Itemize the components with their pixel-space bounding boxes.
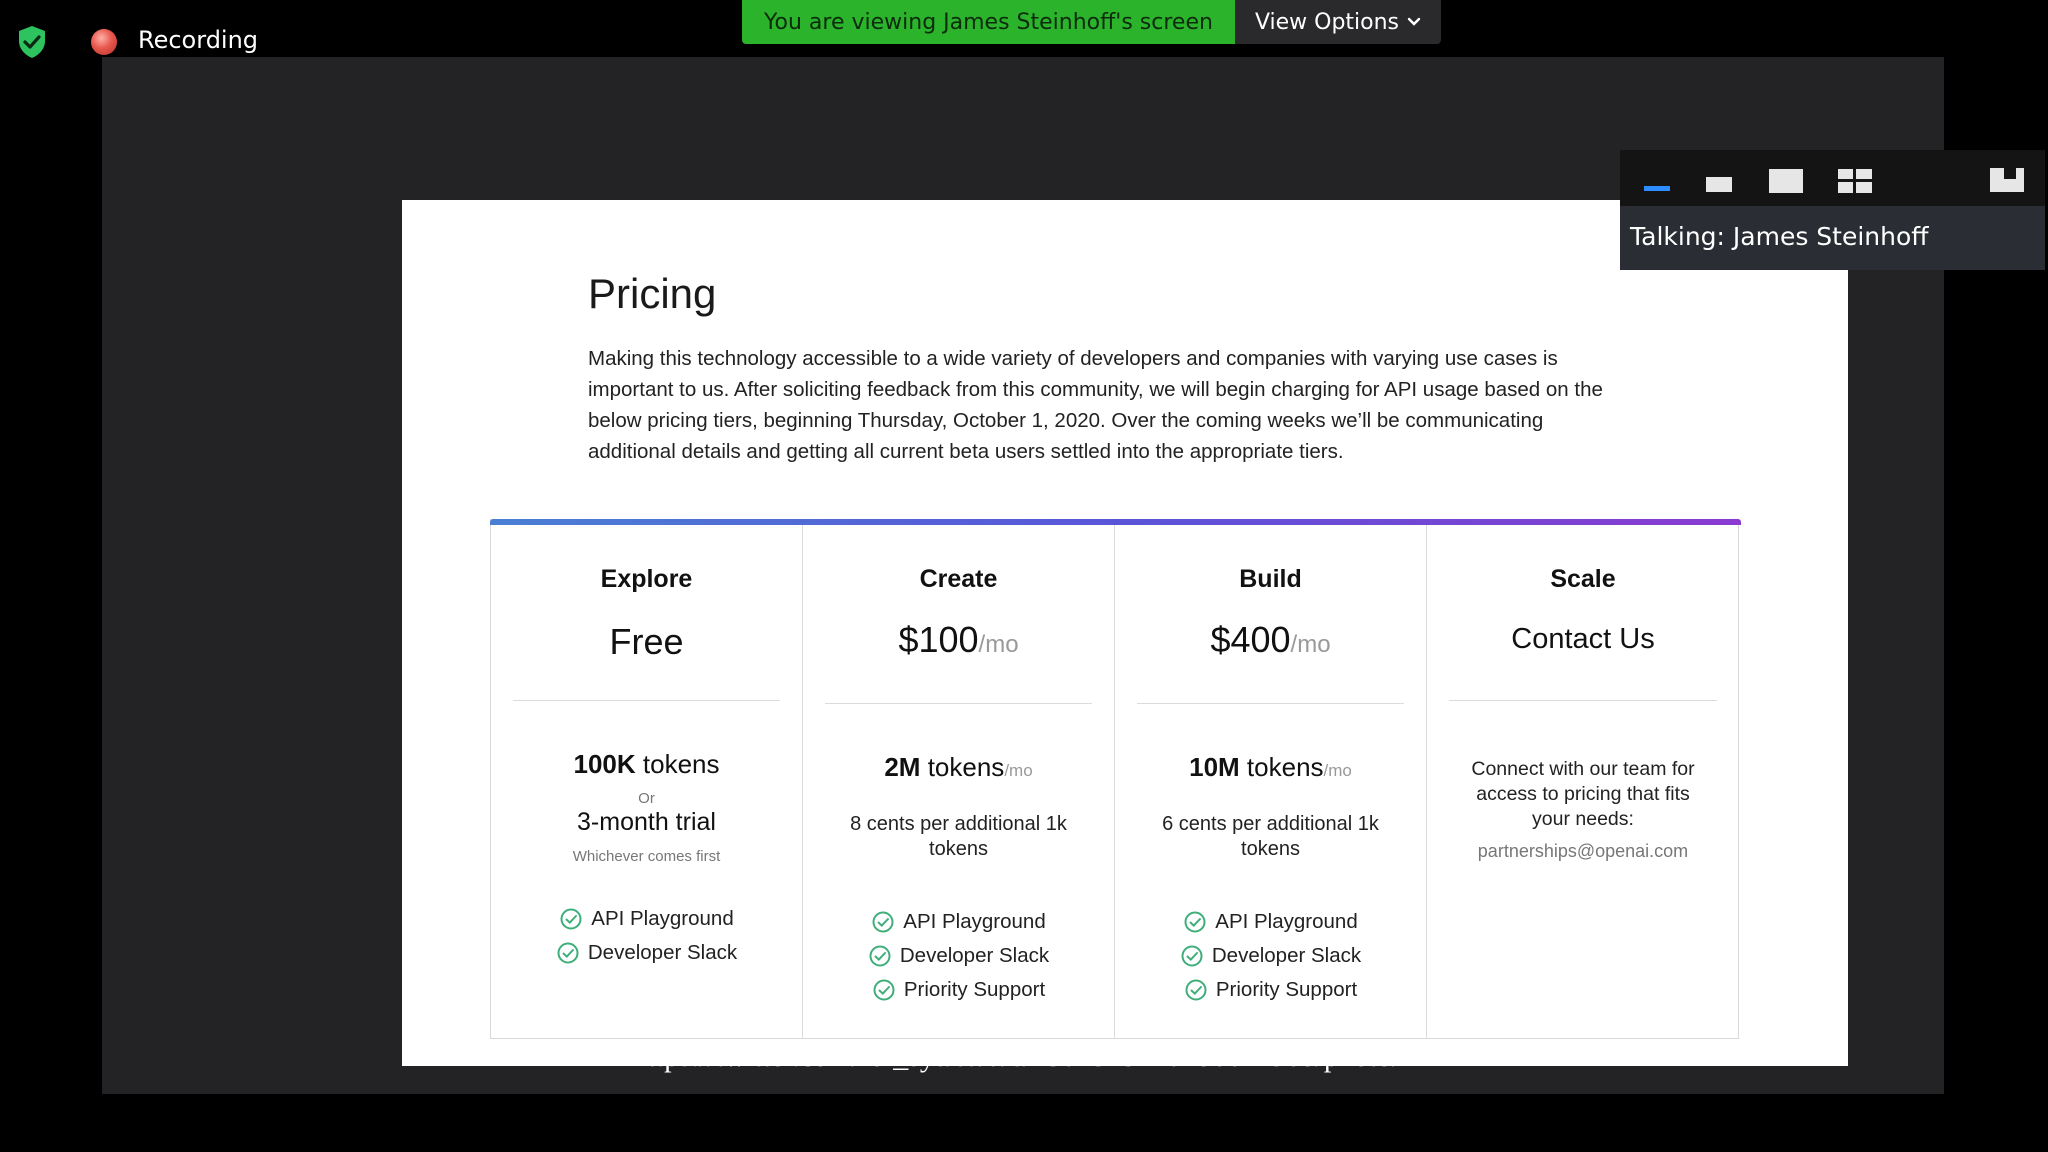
video-view-controls [1620,150,2045,206]
check-circle-icon [557,942,579,964]
contact-email: partnerships@openai.com [1477,841,1689,861]
tokens-unit: /mo [1323,761,1352,780]
tokens-unit: /mo [1004,761,1033,780]
feature-label: API Playground [591,907,734,930]
feature-label: Developer Slack [587,941,738,964]
thumbnail-view-icon[interactable] [1706,177,1732,192]
check-circle-icon [560,908,582,930]
whichever-label: Whichever comes first [572,848,721,865]
plan-name: Explore [600,565,693,593]
viewing-screen-label: You are viewing James Steinhoff's screen [742,0,1235,44]
view-options-label: View Options [1254,9,1400,35]
plan-name: Build [1239,565,1302,593]
check-circle-icon [1181,945,1203,967]
plan-card-build: Build $400/mo 10M tokens/mo 6 cents per … [1115,525,1427,1039]
screen-share-banner: You are viewing James Steinhoff's screen… [742,0,1442,44]
check-circle-icon [1185,979,1207,1001]
feature-item: API Playground [559,902,734,936]
plan-price-value: Contact Us [1511,623,1655,655]
feature-item: API Playground [1183,905,1358,939]
recording-label: Recording [138,26,259,54]
plan-tokens: 2M tokens/mo [803,752,1114,783]
chevron-down-icon [1407,17,1421,26]
feature-label: Priority Support [903,978,1046,1001]
video-panel: Talking: James Steinhoff [1620,150,2045,270]
feature-list: API Playground Developer Slack Priority … [803,905,1114,1007]
feature-label: Developer Slack [1211,944,1362,967]
plan-price-unit: /mo [1290,631,1331,658]
card-divider [1449,700,1717,701]
feature-label: Priority Support [1215,978,1358,1001]
tokens-word: tokens [927,752,1005,782]
slide-intro-paragraph: Making this technology accessible to a w… [588,347,1603,463]
or-label: Or [638,790,655,807]
plan-name: Create [919,565,998,593]
plan-price-value: Free [609,621,684,662]
minimize-view-icon[interactable] [1644,186,1670,191]
recording-dot-icon[interactable] [91,29,117,55]
check-circle-icon [1184,911,1206,933]
contact-text: Connect with our team for access to pric… [1471,758,1695,830]
plan-name: Scale [1550,565,1616,593]
pricing-slide: Pricing Making this technology accessibl… [402,200,1848,1066]
source-url-caption: https://twitter.com/ref_sys/status/13015… [632,1040,1416,1073]
tokens-word: tokens [642,749,720,779]
tokens-word: tokens [1246,752,1324,782]
plan-price: Contact Us [1427,623,1739,656]
check-circle-icon [872,911,894,933]
check-circle-icon [873,979,895,1001]
plan-price-value: $100 [898,619,979,660]
exit-fullscreen-icon[interactable] [1990,168,2024,192]
trial-label: 3-month trial [577,808,716,836]
tokens-amount: 2M [884,752,921,782]
plan-price: $400/mo [1115,619,1426,661]
security-shield-icon[interactable] [14,24,50,60]
plan-tokens: 100K tokens [491,749,802,780]
feature-list: API Playground Developer Slack Priority … [1115,905,1426,1007]
card-divider [513,700,780,701]
speaker-view-icon[interactable] [1769,169,1803,193]
plan-price-unit: /mo [978,631,1019,658]
feature-item: Developer Slack [556,936,737,970]
gallery-view-icon[interactable] [1838,169,1872,193]
overage-rate: 6 cents per additional 1k tokens [1162,813,1379,860]
view-options-button[interactable]: View Options [1234,0,1442,44]
plan-price: $100/mo [803,619,1114,661]
plan-card-explore: Explore Free 100K tokens Or 3-month tria… [491,525,803,1039]
feature-label: Developer Slack [899,944,1050,967]
feature-label: API Playground [903,910,1046,933]
pricing-cards: Explore Free 100K tokens Or 3-month tria… [490,519,1741,1039]
feature-item: Developer Slack [1180,939,1361,973]
plan-card-create: Create $100/mo 2M tokens/mo 8 cents per … [803,525,1115,1039]
plan-price-value: $400 [1210,619,1291,660]
feature-label: API Playground [1215,910,1358,933]
feature-item: API Playground [871,905,1046,939]
feature-item: Developer Slack [868,939,1049,973]
check-circle-icon [869,945,891,967]
overage-rate: 8 cents per additional 1k tokens [850,813,1067,860]
feature-item: Priority Support [1184,973,1357,1007]
plan-card-scale: Scale Contact Us Connect with our team f… [1427,525,1739,1039]
feature-item: Priority Support [872,973,1045,1007]
plan-price: Free [491,621,802,663]
tokens-amount: 100K [573,749,636,779]
plan-tokens: 10M tokens/mo [1115,752,1426,783]
tokens-amount: 10M [1189,752,1240,782]
slide-title: Pricing [588,270,717,317]
card-divider [1137,703,1404,704]
feature-list: API Playground Developer Slack [491,902,802,970]
meeting-top-bar: Recording You are viewing James Steinhof… [0,0,2048,60]
active-speaker-label: Talking: James Steinhoff [1620,206,2045,270]
card-divider [825,703,1092,704]
